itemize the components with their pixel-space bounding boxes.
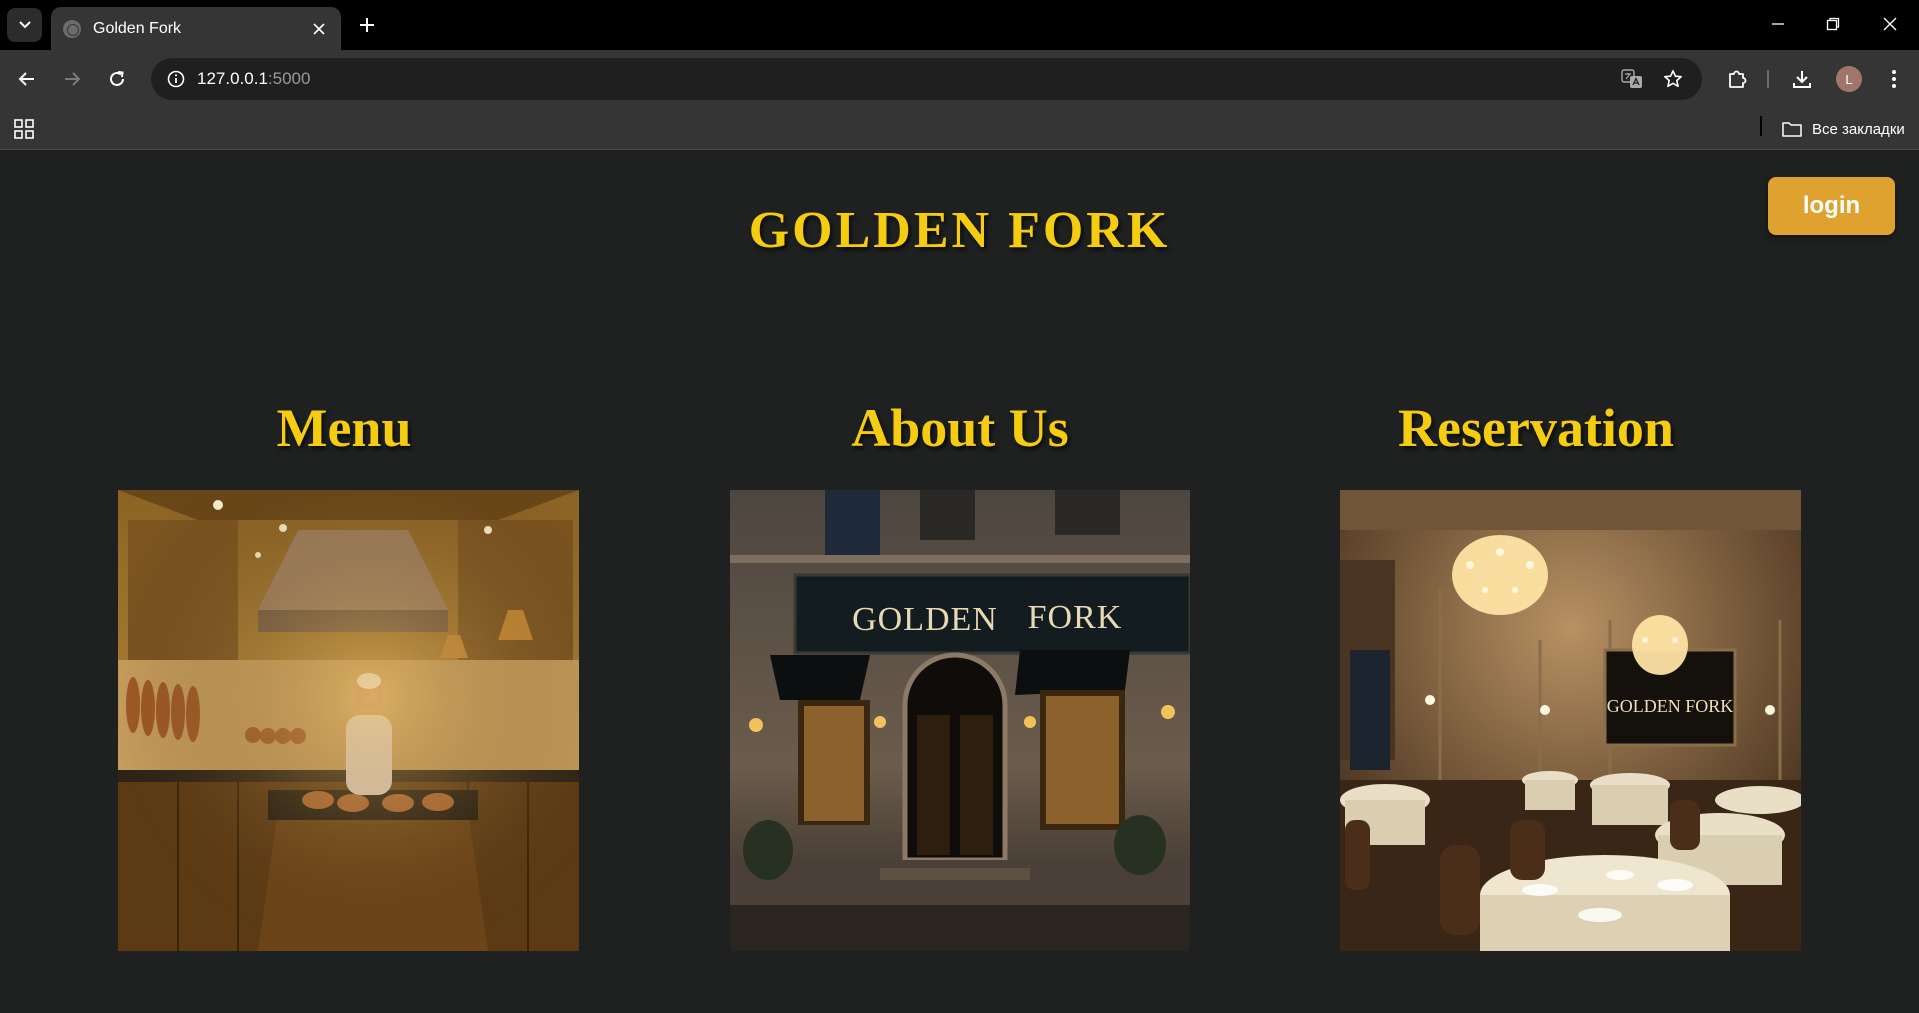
download-icon [1793,71,1811,88]
browser-tab[interactable]: Golden Fork [51,7,341,50]
arrow-left-icon [18,72,34,86]
folder-icon [1782,121,1802,137]
restore-icon [1826,17,1840,31]
site-info-button[interactable] [161,64,191,94]
storefront-sign-right: FORK [1028,599,1123,636]
storefront-illustration: GOLDEN FORK [730,490,1190,951]
section-heading-about-us[interactable]: About Us [730,397,1190,459]
minimize-icon [1772,23,1784,25]
translate-icon [1621,69,1642,88]
bookmark-star-button[interactable] [1658,64,1688,94]
close-tab-button[interactable] [307,17,331,41]
back-button[interactable] [10,62,44,96]
login-button[interactable]: login [1768,177,1895,235]
bookmarks-separator [1760,116,1762,136]
kitchen-illustration [118,490,579,951]
minimize-button[interactable] [1760,8,1796,40]
arrow-right-icon [65,72,81,86]
profile-avatar[interactable]: L [1836,66,1862,92]
all-bookmarks-label: Все закладки [1812,120,1905,138]
downloads-button[interactable] [1785,62,1819,96]
tab-bar: Golden Fork [0,0,1919,50]
reload-icon [110,71,124,86]
section-heading-reservation[interactable]: Reservation [1340,397,1732,459]
extensions-button[interactable] [1720,62,1754,96]
all-bookmarks-button[interactable]: Все закладки [1782,116,1905,142]
puzzle-icon [1729,70,1747,88]
url-port: :5000 [267,69,311,88]
url-host: 127.0.0.1 [197,69,268,88]
forward-button[interactable] [55,62,89,96]
close-window-button[interactable] [1872,8,1908,40]
storefront-sign-left: GOLDEN [852,601,998,638]
tab-search-button[interactable] [7,8,42,42]
new-tab-button[interactable] [352,10,382,40]
apps-grid-icon [14,119,34,139]
globe-icon [63,19,81,38]
restore-button[interactable] [1815,8,1851,40]
about-us-image[interactable]: GOLDEN FORK [730,490,1190,951]
tab-title: Golden Fork [93,19,182,37]
reservation-image[interactable]: GOLDEN FORK [1340,490,1801,951]
info-icon [167,70,185,88]
browser-menu-button[interactable] [1877,62,1911,96]
reload-button[interactable] [100,62,134,96]
dining-room-sign: GOLDEN FORK [1607,696,1734,716]
menu-image[interactable] [118,490,579,951]
dining-room-illustration: GOLDEN FORK [1340,490,1801,951]
site-title: GOLDEN FORK [748,202,1171,259]
translate-button[interactable] [1617,64,1647,94]
bookmarks-bar: Все закладки [0,108,1919,150]
plus-icon [360,18,374,32]
page-content: GOLDEN FORK login Menu About Us GOLDEN F… [0,151,1919,1013]
toolbar-separator [1767,70,1769,88]
section-heading-menu[interactable]: Menu [118,397,570,459]
url-text[interactable]: 127.0.0.1:5000 [197,69,310,89]
more-vertical-icon [1892,70,1896,88]
apps-button[interactable] [10,116,38,142]
chevron-down-icon [18,21,31,29]
close-icon [313,22,325,35]
star-icon [1664,70,1682,88]
address-bar[interactable]: 127.0.0.1:5000 [151,58,1702,100]
close-icon [1883,17,1897,31]
